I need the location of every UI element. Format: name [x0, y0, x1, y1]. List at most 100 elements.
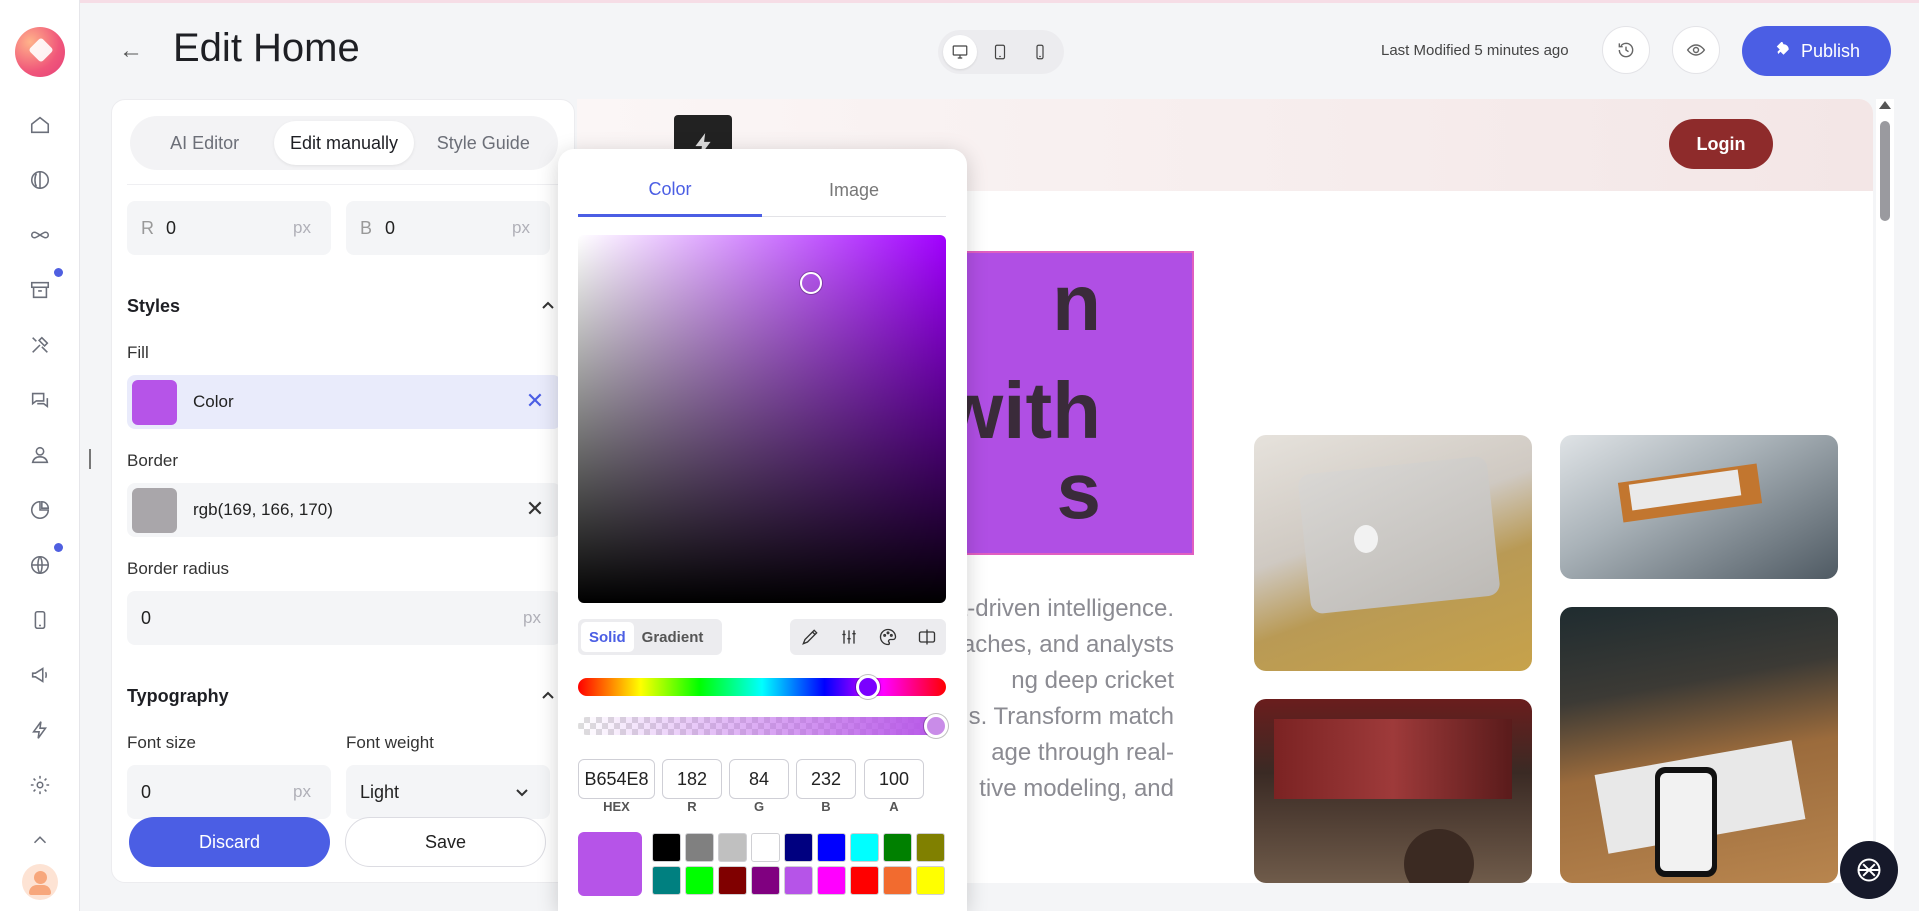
fill-mode-toggle: Solid Gradient	[578, 619, 722, 655]
desktop-icon	[952, 45, 968, 59]
red-label: R	[687, 799, 697, 814]
chat-icon[interactable]	[26, 386, 54, 414]
fill-swatch[interactable]	[132, 379, 177, 425]
scroll-up-arrow-icon[interactable]	[1879, 101, 1891, 109]
tab-style-guide[interactable]: Style Guide	[414, 121, 553, 165]
sliders-icon[interactable]	[839, 627, 859, 647]
user-avatar[interactable]	[22, 864, 58, 900]
red-input[interactable]: 182	[662, 759, 722, 799]
preset-color-swatch[interactable]	[718, 833, 747, 862]
font-weight-select[interactable]: Light	[346, 765, 550, 819]
fill-label: Fill	[127, 343, 149, 362]
padding-right-field[interactable]: R 0 px	[127, 201, 331, 255]
device-switcher	[938, 30, 1064, 74]
history-button[interactable]	[1602, 26, 1650, 74]
styles-heading[interactable]: Styles	[127, 296, 180, 317]
tab-edit-manually[interactable]: Edit manually	[274, 121, 414, 165]
preset-color-swatch[interactable]	[916, 866, 945, 895]
home-icon[interactable]	[26, 111, 54, 139]
preview-scrollbar[interactable]	[1876, 99, 1894, 883]
mobile-view-button[interactable]	[1023, 35, 1057, 69]
border-swatch[interactable]	[132, 487, 177, 533]
hex-input[interactable]: B654E8	[578, 759, 655, 799]
field-value: 0	[141, 781, 152, 802]
compare-icon[interactable]	[917, 627, 937, 647]
globe-icon[interactable]	[26, 551, 54, 579]
eyedropper-icon[interactable]	[800, 627, 820, 647]
blue-input[interactable]: 232	[796, 759, 856, 799]
preset-color-swatch[interactable]	[850, 866, 879, 895]
publish-button[interactable]: Publish	[1742, 26, 1891, 76]
tab-image[interactable]: Image	[762, 165, 946, 216]
preset-color-swatch[interactable]	[784, 866, 813, 895]
discard-button[interactable]: Discard	[129, 817, 330, 867]
preset-color-swatch[interactable]	[883, 833, 912, 862]
saturation-value-area[interactable]	[578, 235, 946, 603]
preset-color-swatch[interactable]	[817, 833, 846, 862]
divider	[127, 184, 561, 185]
preset-color-swatch[interactable]	[718, 866, 747, 895]
alpha-handle[interactable]	[924, 714, 948, 738]
preview-button[interactable]	[1672, 26, 1720, 74]
app-logo[interactable]	[15, 27, 65, 77]
login-button[interactable]: Login	[1669, 119, 1773, 169]
saturation-handle[interactable]	[800, 272, 822, 294]
hue-handle[interactable]	[856, 675, 880, 699]
field-value: 0	[166, 217, 177, 238]
preset-color-swatch[interactable]	[916, 833, 945, 862]
remove-fill-icon[interactable]: ✕	[523, 389, 547, 413]
alpha-label: A	[889, 799, 899, 814]
green-input[interactable]: 84	[729, 759, 789, 799]
alpha-slider[interactable]	[578, 714, 948, 738]
tablet-view-button[interactable]	[983, 35, 1017, 69]
hue-slider[interactable]	[578, 675, 946, 699]
typography-heading[interactable]: Typography	[127, 686, 229, 707]
border-radius-field[interactable]: 0 px	[127, 591, 561, 645]
solid-mode-button[interactable]: Solid	[581, 622, 634, 652]
remove-border-icon[interactable]: ✕	[523, 497, 547, 521]
preset-color-swatch[interactable]	[883, 866, 912, 895]
preset-color-swatch[interactable]	[850, 833, 879, 862]
preset-color-swatch[interactable]	[817, 866, 846, 895]
chevron-up-icon[interactable]	[540, 297, 556, 313]
infinity-icon[interactable]	[26, 221, 54, 249]
globe-half-icon[interactable]	[26, 166, 54, 194]
preset-color-swatch[interactable]	[685, 833, 714, 862]
chevron-up-icon[interactable]	[540, 687, 556, 703]
picker-tabs: Color Image	[578, 165, 946, 217]
font-weight-label: Font weight	[346, 733, 434, 752]
border-row[interactable]: rgb(169, 166, 170) ✕	[127, 483, 561, 537]
desktop-view-button[interactable]	[943, 35, 977, 69]
preset-color-swatch[interactable]	[751, 833, 780, 862]
back-arrow-icon[interactable]: ←	[116, 36, 146, 66]
alpha-input[interactable]: 100	[864, 759, 924, 799]
padding-bottom-field[interactable]: B 0 px	[346, 201, 550, 255]
settings-gear-icon[interactable]	[26, 771, 54, 799]
lightning-icon[interactable]	[26, 716, 54, 744]
fill-row[interactable]: Color ✕	[127, 375, 561, 429]
megaphone-icon[interactable]	[26, 661, 54, 689]
chevron-up-icon[interactable]	[26, 826, 54, 854]
gradient-mode-button[interactable]: Gradient	[634, 622, 712, 652]
rail-resize-handle[interactable]	[89, 449, 91, 469]
preset-color-swatch[interactable]	[652, 866, 681, 895]
archive-icon[interactable]	[26, 276, 54, 304]
pie-chart-icon[interactable]	[26, 496, 54, 524]
mobile-icon[interactable]	[26, 606, 54, 634]
preset-color-swatch[interactable]	[652, 833, 681, 862]
palette-icon[interactable]	[878, 627, 898, 647]
notification-dot	[54, 543, 63, 552]
scroll-thumb[interactable]	[1880, 121, 1890, 221]
tab-color[interactable]: Color	[578, 165, 762, 217]
ai-assistant-button[interactable]	[1840, 841, 1898, 899]
left-nav-rail	[0, 0, 80, 911]
photo-phone-keyboard	[1560, 607, 1838, 883]
preset-color-swatch[interactable]	[784, 833, 813, 862]
user-icon[interactable]	[26, 441, 54, 469]
tools-icon[interactable]	[26, 331, 54, 359]
tab-ai-editor[interactable]: AI Editor	[135, 121, 274, 165]
save-button[interactable]: Save	[345, 817, 546, 867]
font-size-field[interactable]: 0 px	[127, 765, 331, 819]
preset-color-swatch[interactable]	[751, 866, 780, 895]
preset-color-swatch[interactable]	[685, 866, 714, 895]
